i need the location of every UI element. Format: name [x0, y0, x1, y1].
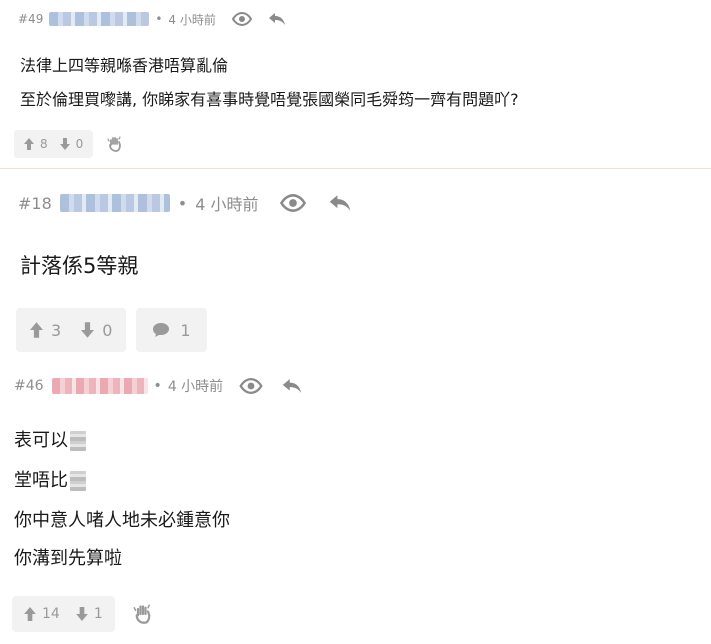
- post-number: #46: [14, 378, 44, 394]
- arrow-down-icon[interactable]: [59, 138, 70, 150]
- post-number: #49: [18, 12, 44, 26]
- vote-pill: 8 0: [14, 130, 94, 158]
- post-line: 計落係5等親: [20, 254, 139, 278]
- post-number: #18: [18, 193, 52, 213]
- username-blurred[interactable]: [59, 194, 170, 212]
- separator-dot: •: [177, 193, 188, 213]
- username-blurred[interactable]: [49, 12, 150, 26]
- hand-wave-icon[interactable]: [133, 596, 153, 632]
- post-time: 4 小時前: [195, 195, 259, 214]
- downvote-count: 0: [102, 320, 113, 340]
- post-meta: #49 • 4 小時前: [18, 8, 286, 30]
- vote-bar: 8 0: [14, 130, 123, 158]
- post-line-text: 堂唔比: [14, 470, 68, 491]
- reply-arrow-icon[interactable]: [281, 378, 303, 394]
- upvote-count: 8: [40, 137, 48, 151]
- eye-icon[interactable]: [280, 194, 307, 212]
- post-meta: #18 • 4 小時前: [18, 190, 352, 216]
- post-line: 你中意人啫人地未必鍾意你: [14, 510, 230, 531]
- arrow-down-icon[interactable]: [75, 607, 88, 621]
- separator-dot: •: [155, 12, 163, 26]
- reply-arrow-icon[interactable]: [268, 12, 286, 26]
- speech-bubble-icon: [152, 322, 170, 338]
- post-line: 堂唔比: [14, 466, 86, 492]
- arrow-up-icon[interactable]: [30, 322, 43, 338]
- arrow-up-icon[interactable]: [24, 138, 34, 150]
- post-divider: [0, 168, 711, 169]
- post-line: 表可以: [14, 426, 86, 452]
- arrow-down-icon[interactable]: [81, 322, 95, 338]
- upvote-count: 14: [42, 606, 60, 622]
- vote-pill: 3 0: [16, 308, 127, 352]
- vote-pill: 14 1: [12, 596, 115, 632]
- downvote-count: 1: [93, 606, 103, 622]
- separator-dot: •: [153, 378, 162, 394]
- censored-character: [70, 431, 86, 451]
- post-line: 法律上四等親喺香港唔算亂倫: [20, 56, 229, 75]
- post-time: 4 小時前: [168, 12, 216, 27]
- vote-bar: 14 1: [12, 596, 153, 632]
- arrow-up-icon[interactable]: [24, 607, 36, 621]
- reply-arrow-icon[interactable]: [328, 194, 352, 212]
- post-line-text: 表可以: [14, 430, 68, 451]
- post-line: 至於倫理買嚟講, 你睇家有喜事時覺唔覺張國榮同毛舜筠一齊有問題吖?: [20, 90, 519, 109]
- eye-icon[interactable]: [231, 12, 252, 26]
- upvote-count: 3: [51, 320, 62, 340]
- reply-count: 1: [180, 320, 191, 340]
- post-time: 4 小時前: [167, 379, 224, 395]
- downvote-count: 0: [75, 137, 84, 151]
- hand-wave-icon[interactable]: [107, 130, 123, 158]
- post-meta: #46 • 4 小時前: [14, 374, 303, 398]
- username-blurred[interactable]: [51, 378, 148, 394]
- eye-icon[interactable]: [239, 378, 263, 394]
- censored-character: [70, 471, 86, 491]
- reply-count-pill[interactable]: 1: [136, 308, 207, 352]
- post-line: 你溝到先算啦: [14, 548, 122, 569]
- vote-bar: 3 0 1: [16, 308, 207, 352]
